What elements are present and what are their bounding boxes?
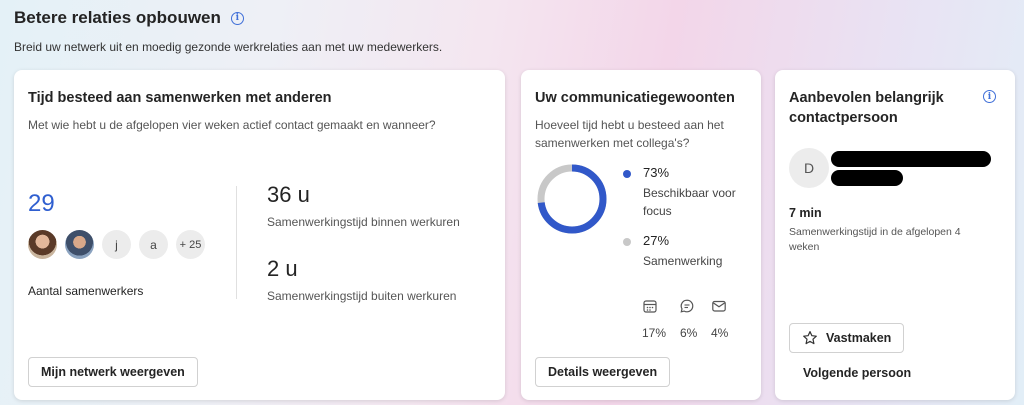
card-title: Aanbevolen belangrijk contactpersoon	[789, 90, 944, 126]
divider	[236, 186, 237, 299]
communication-habits-card: Uw communicatiegewoonten Hoeveel tijd he…	[521, 70, 761, 400]
collaboration-time-card: Tijd besteed aan samenwerken met anderen…	[14, 70, 505, 400]
pin-button[interactable]: Vastmaken	[789, 323, 905, 353]
recommended-contact-card: Aanbevolen belangrijk contactpersoon i D…	[775, 70, 1015, 400]
next-person-link[interactable]: Volgende persoon	[803, 366, 911, 380]
collaboration-minutes: 7 min	[789, 206, 822, 220]
metric-label-in-hours: Samenwerkingstijd binnen werkuren	[267, 215, 460, 229]
page-header: Betere relaties opbouwen i	[14, 8, 244, 28]
view-details-button[interactable]: Details weergeven	[535, 357, 671, 387]
avatar[interactable]	[65, 230, 94, 259]
legend-dot	[623, 238, 631, 246]
channel-percent-meetings: 17%	[642, 326, 667, 340]
page-title: Betere relaties opbouwen	[14, 8, 221, 27]
legend-label: Beschikbaar voor focus	[643, 186, 736, 218]
metric-value-in-hours: 36 u	[267, 182, 310, 207]
legend-percent: 73%	[643, 165, 670, 180]
card-description: Hoeveel tijd hebt u besteed aan het same…	[535, 118, 724, 150]
legend-label: Samenwerking	[643, 254, 723, 268]
avatar[interactable]: a	[139, 230, 168, 259]
legend-percent: 27%	[643, 233, 670, 248]
channel-percent-chat: 6%	[680, 326, 698, 340]
star-icon	[803, 331, 817, 345]
avatar[interactable]: j	[102, 230, 131, 259]
collaboration-minutes-description: Samenwerkingstijd in de afgelopen 4 weke…	[789, 226, 961, 253]
channel-percent-email: 4%	[711, 326, 729, 340]
metric-value-after-hours: 2 u	[267, 256, 298, 281]
mail-icon	[712, 300, 726, 312]
info-icon[interactable]: i	[983, 90, 996, 103]
collaborator-count: 29	[28, 190, 55, 217]
redacted-detail	[831, 170, 903, 186]
view-network-button[interactable]: Mijn netwerk weergeven	[28, 357, 198, 387]
metric-label-after-hours: Samenwerkingstijd buiten werkuren	[267, 289, 457, 303]
legend-dot	[623, 170, 631, 178]
calendar-icon	[643, 300, 657, 313]
card-description: Met wie hebt u de afgelopen vier weken a…	[28, 118, 436, 132]
redacted-name	[831, 151, 991, 167]
info-icon[interactable]: i	[230, 11, 244, 25]
collaborator-count-label: Aantal samenwerkers	[28, 284, 144, 298]
collaborator-avatars: j a + 25	[28, 230, 205, 259]
chat-icon	[680, 299, 694, 313]
card-title: Tijd besteed aan samenwerken met anderen	[28, 90, 332, 106]
focus-donut-chart	[537, 164, 607, 234]
page-subtitle: Breid uw netwerk uit en moedig gezonde w…	[14, 40, 443, 54]
contact-avatar[interactable]: D	[789, 148, 829, 188]
more-collaborators-badge[interactable]: + 25	[176, 230, 205, 259]
card-title: Uw communicatiegewoonten	[535, 90, 735, 106]
pin-button-label: Vastmaken	[826, 331, 892, 345]
avatar[interactable]	[28, 230, 57, 259]
